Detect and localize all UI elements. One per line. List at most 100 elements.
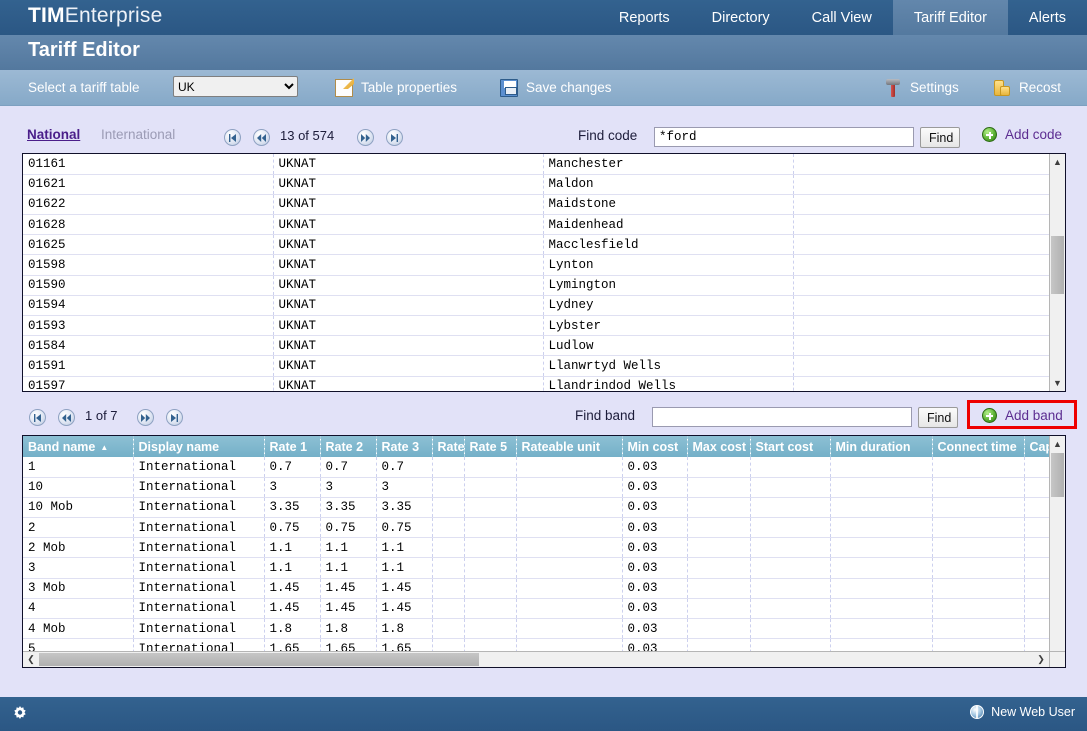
band-table-row[interactable]: 3 MobInternational1.451.451.450.03 (23, 578, 1049, 598)
band-cell-rate4[interactable] (432, 518, 464, 538)
code-pager-first-button[interactable] (224, 129, 241, 146)
band-cell-display-name[interactable]: International (133, 518, 264, 538)
code-cell-extra[interactable] (793, 154, 1049, 174)
band-cell-rateable-unit[interactable] (516, 639, 622, 651)
band-cell-rate1[interactable]: 1.1 (264, 538, 320, 558)
band-cell-min-duration[interactable] (830, 558, 932, 578)
band-table-row[interactable]: 4 MobInternational1.81.81.80.03 (23, 619, 1049, 639)
code-cell-name[interactable]: Macclesfield (543, 235, 793, 255)
code-cell-extra[interactable] (793, 194, 1049, 214)
band-table-row[interactable]: 5International1.651.651.650.03 (23, 639, 1049, 651)
code-cell-tariff[interactable]: UKNAT (273, 235, 543, 255)
code-cell-tariff[interactable]: UKNAT (273, 275, 543, 295)
band-cell-rate3[interactable]: 1.1 (376, 558, 432, 578)
code-cell-name[interactable]: Ludlow (543, 336, 793, 356)
nav-tab-tariff-editor[interactable]: Tariff Editor (893, 0, 1008, 35)
code-table-row[interactable]: 01584UKNATLudlow (23, 336, 1049, 356)
band-cell-rateable-unit[interactable] (516, 598, 622, 618)
band-cell-connect-time[interactable] (932, 558, 1024, 578)
band-cell-rate5[interactable] (464, 457, 516, 477)
code-scroll-down-icon[interactable]: ▼ (1050, 375, 1065, 391)
code-scroll-up-icon[interactable]: ▲ (1050, 154, 1065, 170)
band-cell-rate4[interactable] (432, 598, 464, 618)
band-cell-max-cost[interactable] (687, 518, 750, 538)
band-col-header-rateable-unit[interactable]: Rateable unit (516, 436, 622, 457)
band-cell-rate3[interactable]: 1.8 (376, 619, 432, 639)
band-cell-rate1[interactable]: 0.7 (264, 457, 320, 477)
band-grid-hscrollbar[interactable]: ❮ ❯ (23, 651, 1049, 667)
band-cell-start-cost[interactable] (750, 497, 830, 517)
code-cell-name[interactable]: Lymington (543, 275, 793, 295)
code-table-row[interactable]: 01622UKNATMaidstone (23, 194, 1049, 214)
code-pager-prev-button[interactable] (253, 129, 270, 146)
band-cell-rate2[interactable]: 1.8 (320, 619, 376, 639)
band-cell-start-cost[interactable] (750, 477, 830, 497)
code-grid-vscrollbar[interactable]: ▲ ▼ (1049, 154, 1065, 391)
band-col-header-rate-3[interactable]: Rate 3 (376, 436, 432, 457)
band-cell-rate1[interactable]: 1.1 (264, 558, 320, 578)
band-scroll-left-icon[interactable]: ❮ (23, 652, 39, 667)
code-cell-tariff[interactable]: UKNAT (273, 154, 543, 174)
band-col-header-display-name[interactable]: Display name (133, 436, 264, 457)
band-cell-min-cost[interactable]: 0.03 (622, 477, 687, 497)
code-cell-tariff[interactable]: UKNAT (273, 356, 543, 376)
band-cell-band-name[interactable]: 4 Mob (23, 619, 133, 639)
code-cell-extra[interactable] (793, 356, 1049, 376)
band-cell-rate5[interactable] (464, 619, 516, 639)
band-cell-band-name[interactable]: 2 Mob (23, 538, 133, 558)
band-cell-min-duration[interactable] (830, 639, 932, 651)
band-cell-rate2[interactable]: 0.7 (320, 457, 376, 477)
code-cell-code[interactable]: 01625 (23, 235, 273, 255)
band-cell-display-name[interactable]: International (133, 578, 264, 598)
band-cell-display-name[interactable]: International (133, 538, 264, 558)
band-cell-cap-li[interactable] (1024, 538, 1049, 558)
band-cell-min-duration[interactable] (830, 619, 932, 639)
band-cell-connect-time[interactable] (932, 639, 1024, 651)
code-cell-code[interactable]: 01621 (23, 174, 273, 194)
band-cell-rate4[interactable] (432, 497, 464, 517)
code-cell-extra[interactable] (793, 235, 1049, 255)
band-cell-cap-li[interactable] (1024, 518, 1049, 538)
band-cell-display-name[interactable]: International (133, 558, 264, 578)
band-cell-start-cost[interactable] (750, 578, 830, 598)
band-cell-min-cost[interactable]: 0.03 (622, 598, 687, 618)
band-cell-connect-time[interactable] (932, 497, 1024, 517)
code-cell-extra[interactable] (793, 316, 1049, 336)
band-cell-band-name[interactable]: 3 Mob (23, 578, 133, 598)
band-table-row[interactable]: 1International0.70.70.70.03 (23, 457, 1049, 477)
band-cell-rate4[interactable] (432, 457, 464, 477)
band-cell-rate5[interactable] (464, 518, 516, 538)
band-cell-cap-li[interactable] (1024, 598, 1049, 618)
band-cell-max-cost[interactable] (687, 639, 750, 651)
band-cell-display-name[interactable]: International (133, 477, 264, 497)
band-table-row[interactable]: 2International0.750.750.750.03 (23, 518, 1049, 538)
band-cell-rateable-unit[interactable] (516, 558, 622, 578)
nav-tab-call-view[interactable]: Call View (791, 0, 893, 35)
band-cell-max-cost[interactable] (687, 578, 750, 598)
code-cell-code[interactable]: 01590 (23, 275, 273, 295)
band-col-header-band-name[interactable]: Band name▲ (23, 436, 133, 457)
code-cell-extra[interactable] (793, 295, 1049, 315)
code-table-row[interactable]: 01591UKNATLlanwrtyd Wells (23, 356, 1049, 376)
band-cell-rate5[interactable] (464, 578, 516, 598)
band-cell-min-cost[interactable]: 0.03 (622, 578, 687, 598)
band-cell-cap-li[interactable] (1024, 619, 1049, 639)
band-cell-connect-time[interactable] (932, 518, 1024, 538)
band-col-header-connect-time[interactable]: Connect time (932, 436, 1024, 457)
band-cell-rate1[interactable]: 0.75 (264, 518, 320, 538)
band-cell-display-name[interactable]: International (133, 639, 264, 651)
code-cell-name[interactable]: Lybster (543, 316, 793, 336)
band-table-row[interactable]: 10 MobInternational3.353.353.350.03 (23, 497, 1049, 517)
code-cell-extra[interactable] (793, 215, 1049, 235)
band-col-header-rate-1[interactable]: Rate 1 (264, 436, 320, 457)
band-cell-band-name[interactable]: 1 (23, 457, 133, 477)
band-cell-connect-time[interactable] (932, 477, 1024, 497)
add-band-button[interactable]: Add band (982, 408, 1063, 423)
code-table-row[interactable]: 01593UKNATLybster (23, 316, 1049, 336)
band-cell-min-cost[interactable]: 0.03 (622, 558, 687, 578)
code-cell-extra[interactable] (793, 376, 1049, 391)
band-table-row[interactable]: 2 MobInternational1.11.11.10.03 (23, 538, 1049, 558)
code-cell-tariff[interactable]: UKNAT (273, 255, 543, 275)
band-table-row[interactable]: 10International3330.03 (23, 477, 1049, 497)
band-cell-rate2[interactable]: 3.35 (320, 497, 376, 517)
